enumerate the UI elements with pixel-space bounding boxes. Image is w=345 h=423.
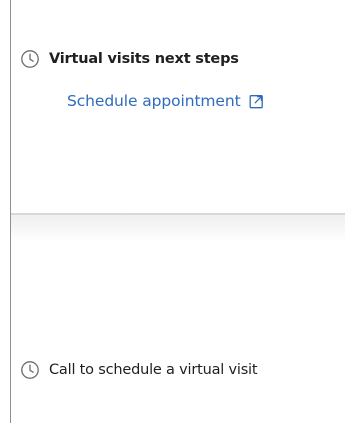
external-link-icon [249,94,264,109]
clock-icon [20,49,40,69]
call-to-schedule-label: Call to schedule a virtual visit [49,362,258,378]
page: Virtual visits next steps Schedule appoi… [0,0,345,423]
schedule-appointment-label: Schedule appointment [67,92,241,110]
call-to-schedule-row: Call to schedule a virtual visit [20,359,258,381]
clock-icon [20,360,40,380]
next-steps-heading: Virtual visits next steps [49,51,239,67]
section-separator-shadow [11,215,345,241]
schedule-appointment-link[interactable]: Schedule appointment [67,90,264,112]
next-steps-heading-row: Virtual visits next steps [20,48,239,70]
